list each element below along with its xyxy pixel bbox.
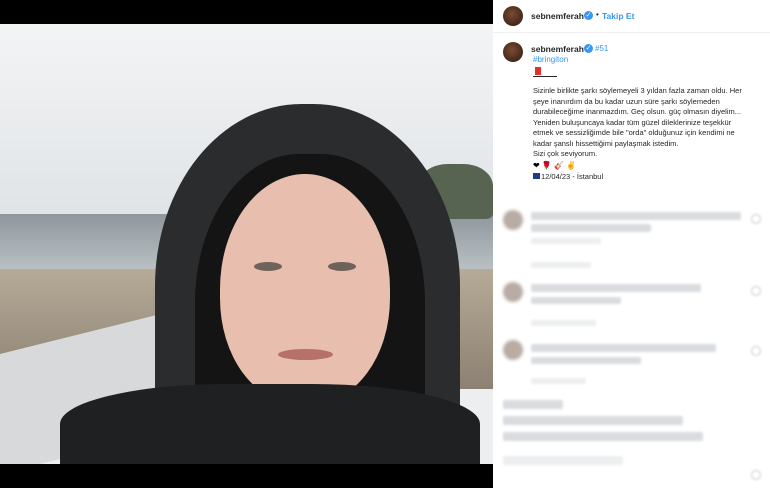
post-side-panel: sebnemferah ✓ • Takip Et sebnemferah ✓ #… <box>493 0 770 488</box>
comment-avatar <box>503 340 523 360</box>
caption-line-3: durabileceğime inanmazdım. Geç olsun. gü… <box>533 107 742 116</box>
photo-mouth <box>278 349 333 360</box>
comment-meta-blurred <box>531 262 591 268</box>
caption-divider <box>533 76 557 77</box>
post-date-location: 12/04/23 - İstanbul <box>541 172 604 181</box>
header-username[interactable]: sebnemferah <box>531 11 584 21</box>
comment-text-blurred <box>531 224 651 232</box>
photo-face <box>220 174 390 404</box>
heart-icon[interactable] <box>751 470 761 480</box>
heart-icon[interactable] <box>751 286 761 296</box>
comment-text-blurred <box>503 432 703 441</box>
comment-text-blurred <box>531 344 716 352</box>
comment-meta-blurred <box>531 378 586 384</box>
caption-line-7: Sizi çok seviyorum. <box>533 149 598 158</box>
avatar[interactable] <box>503 6 523 26</box>
hashtag-51[interactable]: #51 <box>595 44 608 53</box>
comment-meta-blurred <box>531 320 596 326</box>
caption-username[interactable]: sebnemferah <box>531 44 584 54</box>
comment-text-blurred <box>503 456 623 465</box>
comment-text-blurred <box>531 357 641 364</box>
caption-line-2: şeye inanırdım da bu kadar uzun süre şar… <box>533 96 720 106</box>
emoji-line: ❤ 🌹 🎸 ✌ <box>533 161 577 170</box>
heart-icon[interactable] <box>751 214 761 224</box>
comment-text-blurred <box>503 416 683 425</box>
photo-eye-right <box>328 262 356 271</box>
hashtag-bringiton[interactable]: #bringiton <box>533 55 568 64</box>
heart-icon[interactable] <box>751 346 761 356</box>
post-header: sebnemferah ✓ • Takip Et <box>493 0 770 33</box>
caption-line-5: etmek ve sessizliğimde bile "orda" olduğ… <box>533 128 735 137</box>
photo-eye-left <box>254 262 282 271</box>
instagram-post-view: sebnemferah ✓ • Takip Et sebnemferah ✓ #… <box>0 0 770 488</box>
caption-line-6: kadar şanslı hissettiğimi paylaşmak iste… <box>533 138 679 148</box>
caption-verified-badge-icon: ✓ <box>584 44 593 53</box>
flag-icon <box>533 173 540 179</box>
comment-avatar <box>503 210 523 230</box>
comment-text-blurred <box>531 284 701 292</box>
comment-text-blurred <box>531 212 741 220</box>
comment-text-blurred <box>503 400 563 409</box>
comment-meta-blurred <box>531 238 601 244</box>
comment-avatar <box>503 282 523 302</box>
header-separator: • <box>596 10 599 19</box>
photo-pane <box>0 0 493 488</box>
comment-text-blurred <box>531 297 621 304</box>
photo-jacket <box>60 384 480 464</box>
caption-line-4: Yeniden buluşuncaya kadar tüm güzel dile… <box>533 117 732 127</box>
rose-icon <box>535 67 541 75</box>
caption-avatar[interactable] <box>503 42 523 62</box>
verified-badge-icon: ✓ <box>584 11 593 20</box>
caption-line-1: Sizinle birlikte şarkı söylemeyeli 3 yıl… <box>533 86 742 95</box>
follow-button[interactable]: Takip Et <box>602 11 634 21</box>
post-photo[interactable] <box>0 24 493 464</box>
